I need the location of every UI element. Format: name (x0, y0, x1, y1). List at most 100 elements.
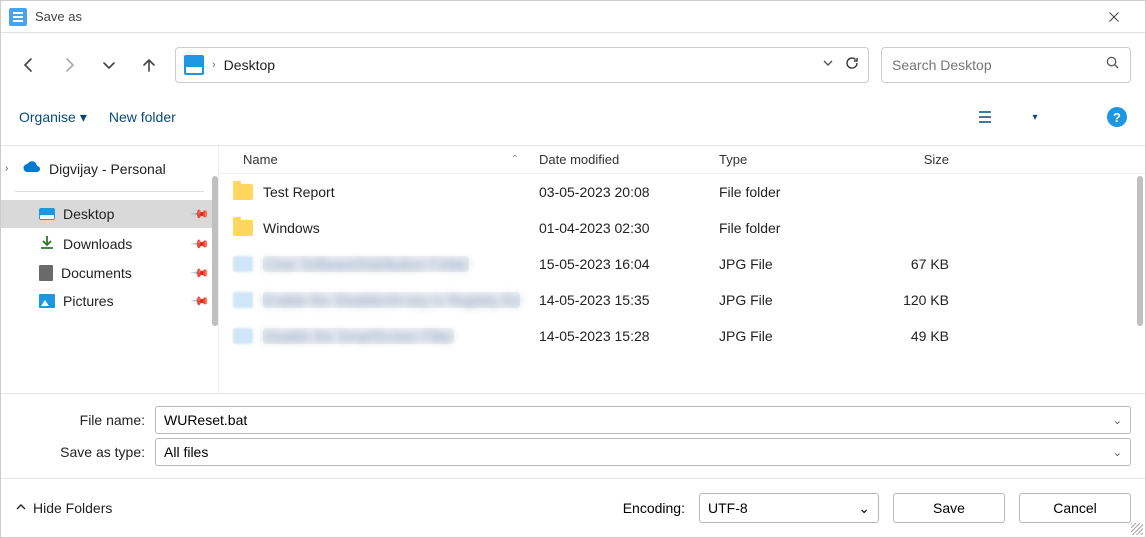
tree-item-desktop[interactable]: Desktop 📌 (1, 200, 218, 228)
filename-input[interactable]: WUReset.bat ⌄ (155, 406, 1131, 434)
file-name: Clear SoftwareDistribution Folder (263, 256, 469, 272)
file-name: Windows (263, 220, 320, 236)
file-row[interactable]: Clear SoftwareDistribution Folder 15-05-2… (219, 246, 1145, 282)
desktop-icon (39, 208, 55, 220)
column-name[interactable]: Name⌃ (219, 152, 539, 167)
recent-locations-button[interactable] (95, 51, 123, 79)
tree-item-label: Pictures (63, 293, 114, 309)
tree-item-onedrive[interactable]: › Digvijay - Personal (1, 154, 218, 183)
file-row[interactable]: Disable the SmartScreen Filter 14-05-2023… (219, 318, 1145, 354)
breadcrumb-location[interactable]: Desktop (224, 57, 814, 73)
chevron-down-icon[interactable] (822, 56, 834, 74)
file-date: 03-05-2023 20:08 (539, 184, 719, 200)
file-size: 67 KB (869, 256, 989, 272)
file-name: Disable the SmartScreen Filter (263, 328, 454, 344)
cancel-button[interactable]: Cancel (1019, 493, 1131, 523)
sort-arrow-icon: ⌃ (511, 154, 519, 165)
pin-icon: 📌 (190, 233, 210, 253)
column-date[interactable]: Date modified (539, 152, 719, 167)
tree-item-documents[interactable]: Documents 📌 (1, 259, 218, 287)
file-icon (233, 256, 253, 272)
file-icon (233, 328, 253, 344)
file-type: JPG File (719, 292, 869, 308)
savetype-select[interactable]: All files ⌄ (155, 438, 1131, 466)
tree-item-pictures[interactable]: Pictures 📌 (1, 287, 218, 315)
up-button[interactable] (135, 51, 163, 79)
encoding-value: UTF-8 (708, 500, 748, 516)
window-title: Save as (35, 9, 1091, 24)
divider (15, 191, 204, 192)
chevron-right-icon[interactable]: › (5, 163, 8, 174)
title-bar: Save as (1, 1, 1145, 33)
pictures-icon (39, 294, 55, 308)
address-bar[interactable]: › Desktop (175, 47, 869, 83)
file-type: JPG File (719, 256, 869, 272)
caret-down-icon: ▾ (80, 109, 87, 126)
body: › Digvijay - Personal Desktop 📌 Download… (1, 146, 1145, 393)
tree-item-label: Desktop (63, 206, 114, 222)
search-box[interactable] (881, 47, 1131, 83)
caret-down-icon: ▾ (1032, 112, 1037, 123)
savetype-label: Save as type: (15, 444, 155, 460)
hide-folders-button[interactable]: Hide Folders (15, 500, 112, 516)
save-button[interactable]: Save (893, 493, 1005, 523)
folder-icon (233, 184, 253, 200)
footer: Hide Folders Encoding: UTF-8 ⌄ Save Canc… (1, 478, 1145, 537)
file-row[interactable]: Windows 01-04-2023 02:30File folder (219, 210, 1145, 246)
file-icon (233, 292, 253, 308)
search-input[interactable] (892, 57, 1105, 73)
cloud-icon (21, 160, 41, 177)
tree-item-downloads[interactable]: Downloads 📌 (1, 228, 218, 259)
column-headers: Name⌃ Date modified Type Size (219, 146, 1145, 174)
file-size: 120 KB (869, 292, 989, 308)
organise-button[interactable]: Organise ▾ (19, 109, 87, 126)
file-list: Name⌃ Date modified Type Size Test Repor… (219, 146, 1145, 393)
tree-item-label: Documents (61, 265, 132, 281)
file-type: JPG File (719, 328, 869, 344)
pin-icon: 📌 (190, 263, 210, 283)
tree-item-label: Digvijay - Personal (49, 161, 166, 177)
app-icon (9, 8, 27, 26)
chevron-right-icon: › (212, 59, 216, 71)
chevron-down-icon[interactable]: ⌄ (1113, 446, 1122, 459)
desktop-icon (184, 55, 204, 75)
file-type: File folder (719, 220, 869, 236)
filename-label: File name: (15, 412, 155, 428)
file-date: 14-05-2023 15:35 (539, 292, 719, 308)
navigation-tree: › Digvijay - Personal Desktop 📌 Download… (1, 146, 219, 393)
chevron-down-icon[interactable]: ⌄ (1113, 414, 1122, 427)
refresh-button[interactable] (844, 55, 860, 76)
view-options-button[interactable] (971, 103, 999, 131)
file-date: 01-04-2023 02:30 (539, 220, 719, 236)
folder-icon (233, 220, 253, 236)
encoding-select[interactable]: UTF-8 ⌄ (699, 493, 879, 523)
file-name: Test Report (263, 184, 335, 200)
search-icon[interactable] (1105, 55, 1120, 75)
file-date: 15-05-2023 16:04 (539, 256, 719, 272)
nav-bar: › Desktop (1, 33, 1145, 97)
chevron-down-icon[interactable]: ⌄ (858, 500, 870, 517)
encoding-label: Encoding: (623, 500, 685, 516)
column-type[interactable]: Type (719, 152, 869, 167)
file-name: Enable the DisableUIA key in Registry Ed (263, 292, 520, 308)
toolbar: Organise ▾ New folder ▾ ? (1, 97, 1145, 146)
file-size: 49 KB (869, 328, 989, 344)
help-button[interactable]: ? (1107, 107, 1127, 127)
new-folder-button[interactable]: New folder (109, 109, 176, 125)
document-icon (39, 265, 53, 281)
column-size[interactable]: Size (869, 152, 989, 167)
file-row[interactable]: Test Report 03-05-2023 20:08File folder (219, 174, 1145, 210)
download-icon (39, 234, 55, 253)
save-fields: File name: WUReset.bat ⌄ Save as type: A… (1, 393, 1145, 478)
savetype-value: All files (164, 444, 208, 460)
back-button[interactable] (15, 51, 43, 79)
file-row[interactable]: Enable the DisableUIA key in Registry Ed… (219, 282, 1145, 318)
forward-button[interactable] (55, 51, 83, 79)
filename-value: WUReset.bat (164, 412, 247, 428)
file-type: File folder (719, 184, 869, 200)
view-options-caret[interactable]: ▾ (1021, 103, 1049, 131)
close-button[interactable] (1091, 1, 1137, 33)
file-date: 14-05-2023 15:28 (539, 328, 719, 344)
tree-item-label: Downloads (63, 236, 132, 252)
resize-grip[interactable] (1131, 523, 1143, 535)
